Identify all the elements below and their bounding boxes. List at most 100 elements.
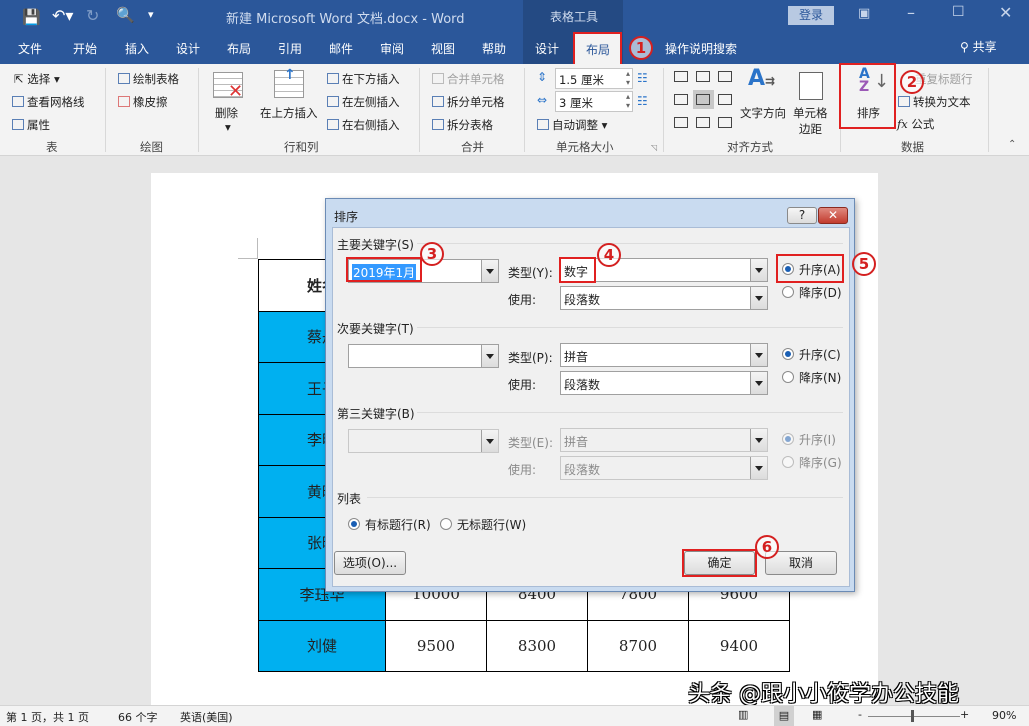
align-top-center-icon[interactable] <box>696 71 710 82</box>
close-button[interactable]: ✕ <box>999 3 1012 22</box>
tell-me-search[interactable]: 操作说明搜索 <box>665 40 737 57</box>
zoom-slider-thumb[interactable] <box>911 710 914 722</box>
print-preview-icon[interactable]: 🔍 <box>116 6 135 24</box>
formula-button[interactable]: fx 公式 <box>897 116 934 132</box>
dialog-launcher-icon[interactable]: ◹ <box>651 143 657 152</box>
cell-margins-button[interactable]: 单元格边距 <box>793 105 828 137</box>
dropdown-arrow-icon[interactable] <box>750 259 767 281</box>
delete-dropdown-icon[interactable]: ▾ <box>225 120 231 134</box>
page-count[interactable]: 第 1 页，共 1 页 <box>6 709 89 725</box>
delete-button[interactable]: 删除 <box>215 105 238 121</box>
split-cells-button[interactable]: 拆分单元格 <box>432 94 505 110</box>
tab-review[interactable]: 审阅 <box>380 40 404 57</box>
dropdown-arrow-icon[interactable] <box>750 372 767 394</box>
select-button[interactable]: ⇱ 选择 ▾ <box>14 71 60 87</box>
spinner-icon[interactable]: ▴▾ <box>626 92 630 110</box>
secondary-desc-radio[interactable] <box>782 371 794 383</box>
insert-above-button[interactable]: 在上方插入 <box>260 105 318 121</box>
read-mode-icon[interactable]: ▥ <box>738 708 748 721</box>
secondary-asc-label[interactable]: 升序(C) <box>799 346 841 363</box>
dialog-close-button[interactable]: ✕ <box>818 207 848 224</box>
insert-right-button[interactable]: 在右侧插入 <box>327 117 400 133</box>
divider <box>524 68 525 152</box>
secondary-asc-radio[interactable] <box>782 348 794 360</box>
secondary-key-select[interactable] <box>348 344 499 368</box>
primary-use-select[interactable]: 段落数 <box>560 286 768 310</box>
value-cell[interactable]: 9500 <box>386 620 487 672</box>
tab-mailings[interactable]: 邮件 <box>329 40 353 57</box>
draw-table-button[interactable]: 绘制表格 <box>118 71 179 87</box>
tab-file[interactable]: 文件 <box>18 40 42 57</box>
secondary-type-select[interactable]: 拼音 <box>560 343 768 367</box>
minimize-button[interactable]: – <box>907 3 915 22</box>
tab-layout[interactable]: 布局 <box>227 40 251 57</box>
align-top-right-icon[interactable] <box>718 71 732 82</box>
primary-desc-radio[interactable] <box>782 286 794 298</box>
dropdown-arrow-icon[interactable] <box>481 260 498 282</box>
row-height-input[interactable]: 1.5 厘米▴▾ <box>555 68 633 89</box>
ribbon-display-icon[interactable]: ▣ <box>858 6 870 21</box>
dropdown-arrow-icon[interactable] <box>481 345 498 367</box>
word-count[interactable]: 66 个字 <box>118 709 158 725</box>
align-middle-left-icon[interactable] <box>674 94 688 105</box>
language[interactable]: 英语(美国) <box>180 709 233 725</box>
insert-below-button[interactable]: 在下方插入 <box>327 71 400 87</box>
value-cell[interactable]: 8300 <box>487 620 588 672</box>
properties-button[interactable]: 属性 <box>12 117 50 133</box>
align-middle-right-icon[interactable] <box>718 94 732 105</box>
options-button[interactable]: 选项(O)... <box>334 551 406 575</box>
tab-help[interactable]: 帮助 <box>482 40 506 57</box>
tab-design[interactable]: 设计 <box>176 40 200 57</box>
align-top-left-icon[interactable] <box>674 71 688 82</box>
view-gridlines-button[interactable]: 查看网格线 <box>12 94 85 110</box>
customize-qat-icon[interactable]: ▾ <box>148 8 154 21</box>
tab-references[interactable]: 引用 <box>278 40 302 57</box>
eraser-button[interactable]: 橡皮擦 <box>118 94 168 110</box>
secondary-desc-label[interactable]: 降序(N) <box>799 369 841 386</box>
save-icon[interactable]: 💾 <box>22 8 41 26</box>
align-bottom-right-icon[interactable] <box>718 117 732 128</box>
no-header-radio[interactable] <box>440 518 452 530</box>
align-middle-center-icon[interactable] <box>696 94 710 105</box>
zoom-level[interactable]: 90% <box>992 709 1016 722</box>
convert-to-text-button[interactable]: 转换为文本 <box>898 94 971 110</box>
delete-table-icon[interactable]: ✕ <box>213 72 243 98</box>
zoom-slider[interactable] <box>868 716 960 717</box>
secondary-use-select[interactable]: 段落数 <box>560 371 768 395</box>
dropdown-arrow-icon[interactable] <box>750 344 767 366</box>
tab-insert[interactable]: 插入 <box>125 40 149 57</box>
insert-left-button[interactable]: 在左侧插入 <box>327 94 400 110</box>
tab-table-design[interactable]: 设计 <box>535 40 559 57</box>
split-table-button[interactable]: 拆分表格 <box>432 117 493 133</box>
align-bottom-center-icon[interactable] <box>696 117 710 128</box>
undo-icon[interactable]: ↶▾ <box>52 6 73 25</box>
text-direction-button[interactable]: 文字方向 <box>740 105 786 121</box>
distribute-rows-icon[interactable]: ☷ <box>637 71 648 85</box>
tab-table-layout[interactable]: 布局 <box>573 32 622 66</box>
primary-desc-label[interactable]: 降序(D) <box>799 284 842 301</box>
has-header-radio[interactable] <box>348 518 360 530</box>
zoom-out-button[interactable]: - <box>858 708 862 721</box>
value-cell[interactable]: 9400 <box>689 620 790 672</box>
tab-view[interactable]: 视图 <box>431 40 455 57</box>
align-bottom-left-icon[interactable] <box>674 117 688 128</box>
tab-home[interactable]: 开始 <box>73 40 97 57</box>
login-button[interactable]: 登录 <box>788 6 834 25</box>
web-layout-icon[interactable]: ▦ <box>812 708 822 721</box>
has-header-label[interactable]: 有标题行(R) <box>365 516 431 533</box>
autofit-button[interactable]: 自动调整 ▾ <box>537 117 607 133</box>
share-button[interactable]: ⚲ 共享 <box>960 38 997 55</box>
sort-button[interactable]: AZ↓ 排序 <box>839 63 896 129</box>
print-layout-icon[interactable]: ▤ <box>774 706 794 726</box>
spinner-icon[interactable]: ▴▾ <box>626 69 630 87</box>
distribute-cols-icon[interactable]: ☷ <box>637 94 648 108</box>
maximize-button[interactable]: ☐ <box>952 4 965 20</box>
zoom-in-button[interactable]: + <box>960 708 969 721</box>
collapse-ribbon-icon[interactable]: ⌃ <box>1008 139 1016 150</box>
dropdown-arrow-icon[interactable] <box>750 287 767 309</box>
value-cell[interactable]: 8700 <box>588 620 689 672</box>
no-header-label[interactable]: 无标题行(W) <box>457 516 526 533</box>
help-button[interactable]: ? <box>787 207 817 224</box>
col-width-input[interactable]: 3 厘米▴▾ <box>555 91 633 112</box>
name-cell[interactable]: 刘健 <box>259 620 386 672</box>
